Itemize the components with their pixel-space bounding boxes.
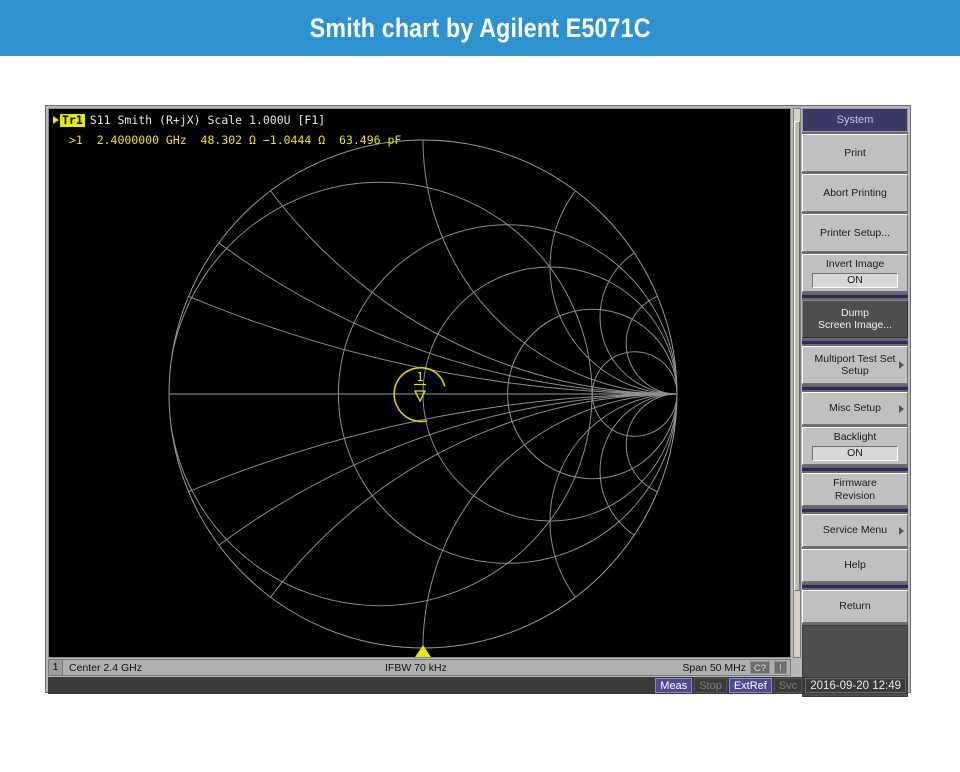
- chevron-right-icon: [899, 361, 904, 369]
- softkey-label: Invert Image: [826, 258, 884, 271]
- softkey-label: Print: [844, 147, 866, 160]
- warning-status-badge[interactable]: !: [774, 661, 787, 674]
- chevron-right-icon: [899, 405, 904, 413]
- softkey-label: Abort Printing: [823, 187, 887, 200]
- page-title: Smith chart by Agilent E5071C: [310, 13, 651, 44]
- softkey-panel: System Print Abort Printing Printer Setu…: [802, 108, 908, 658]
- softkey-return[interactable]: Return: [802, 590, 908, 623]
- smith-chart-graph[interactable]: 1 Tr1 S11 Smith (R+jX) Scale 1.000U [F1]…: [48, 108, 791, 658]
- status-badge-meas[interactable]: Meas: [655, 678, 692, 693]
- status-badge-svc[interactable]: Svc: [774, 678, 802, 693]
- softkey-label: Multiport Test Set Setup: [815, 353, 896, 378]
- span-label[interactable]: Span 50 MHz: [682, 662, 746, 674]
- softkey-multiport-test-set-setup[interactable]: Multiport Test Set Setup: [802, 346, 908, 384]
- softkey-printer-setup[interactable]: Printer Setup...: [802, 214, 908, 252]
- trace-title-text: S11 Smith (R+jX) Scale 1.000U [F1]: [90, 113, 325, 127]
- softkey-label: Printer Setup...: [820, 227, 890, 240]
- softkey-scrollbar[interactable]: [793, 108, 801, 658]
- center-frequency-label[interactable]: Center 2.4 GHz: [69, 662, 142, 674]
- softkey-label: Return: [839, 600, 871, 613]
- softkey-separator: [802, 294, 908, 298]
- softkey-print[interactable]: Print: [802, 134, 908, 172]
- softkey-help[interactable]: Help: [802, 549, 908, 582]
- page-header-banner: Smith chart by Agilent E5071C: [0, 0, 960, 56]
- softkey-service-menu[interactable]: Service Menu: [802, 514, 908, 547]
- system-status-bar: Meas Stop ExtRef Svc 2016-09-20 12:49: [48, 677, 908, 694]
- channel-status-bar[interactable]: 1 Center 2.4 GHz IFBW 70 kHz Span 50 MHz…: [48, 659, 791, 676]
- softkey-label: Service Menu: [823, 524, 887, 537]
- ifbw-label[interactable]: IFBW 70 kHz: [385, 662, 447, 674]
- status-badge-extref[interactable]: ExtRef: [729, 678, 772, 693]
- softkey-label: Dump Screen Image...: [818, 307, 892, 332]
- marker-1-symbol: [414, 385, 426, 402]
- softkey-firmware-revision[interactable]: Firmware Revision: [802, 473, 908, 506]
- system-datetime[interactable]: 2016-09-20 12:49: [805, 678, 906, 693]
- softkey-backlight[interactable]: Backlight ON: [802, 427, 908, 465]
- stimulus-triangle-up-icon: [415, 645, 431, 657]
- softkey-menu-title: System: [802, 108, 908, 132]
- softkey-scrollbar-thumb[interactable]: [794, 121, 800, 591]
- calibration-status-badge[interactable]: C?: [750, 661, 770, 674]
- triangle-right-icon: [53, 116, 59, 124]
- softkey-separator: [802, 508, 908, 512]
- softkey-misc-setup[interactable]: Misc Setup: [802, 392, 908, 425]
- softkey-value-invert-image[interactable]: ON: [812, 273, 898, 288]
- softkey-value-backlight[interactable]: ON: [812, 446, 898, 461]
- softkey-separator: [802, 386, 908, 390]
- channel-number: 1: [49, 660, 63, 675]
- softkey-label: Firmware Revision: [833, 477, 877, 502]
- softkey-separator: [802, 584, 908, 588]
- softkey-invert-image[interactable]: Invert Image ON: [802, 254, 908, 292]
- trace-badge[interactable]: Tr1: [60, 114, 85, 127]
- marker-1-label: 1: [416, 370, 423, 384]
- instrument-screen: 1 Tr1 S11 Smith (R+jX) Scale 1.000U [F1]…: [45, 105, 911, 693]
- chevron-right-icon: [899, 527, 904, 535]
- softkey-separator: [802, 340, 908, 344]
- softkey-label: Misc Setup: [829, 402, 881, 415]
- status-badge-stop[interactable]: Stop: [694, 678, 727, 693]
- softkey-dump-screen-image[interactable]: Dump Screen Image...: [802, 300, 908, 338]
- smith-chart-svg: 1: [49, 109, 790, 657]
- softkey-abort-printing[interactable]: Abort Printing: [802, 174, 908, 212]
- softkey-label: Backlight: [834, 431, 877, 444]
- softkey-separator: [802, 467, 908, 471]
- trace-title-row[interactable]: Tr1 S11 Smith (R+jX) Scale 1.000U [F1]: [53, 113, 325, 127]
- marker-readout: >1 2.4000000 GHz 48.302 Ω −1.0444 Ω 63.4…: [69, 133, 401, 147]
- softkey-label: Help: [844, 559, 866, 572]
